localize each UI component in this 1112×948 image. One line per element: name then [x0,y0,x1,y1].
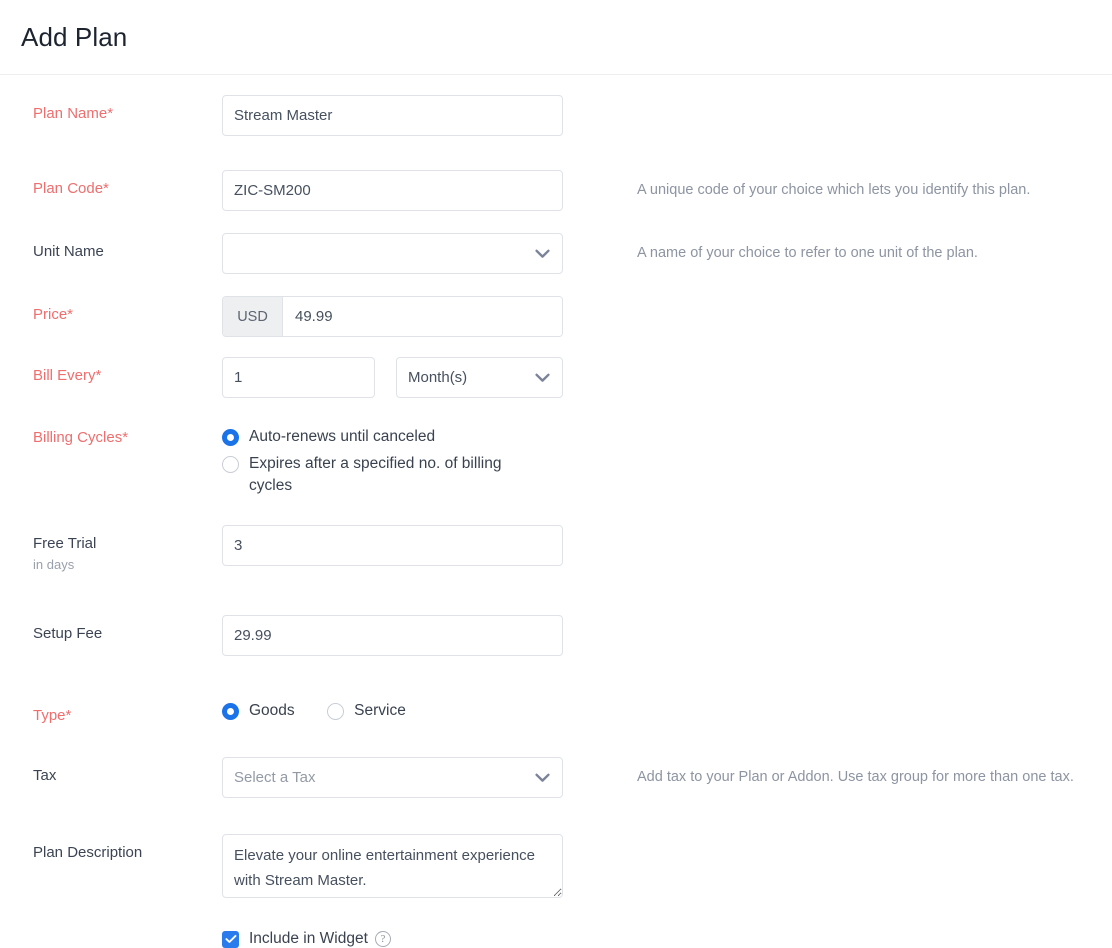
form-row-setup-fee: Setup Fee [0,615,1112,656]
price-input[interactable] [283,297,562,336]
checkbox-checked-icon [222,931,239,948]
label-billing-cycles: Billing Cycles* [33,428,222,447]
form-row-plan-code: Plan Code* A unique code of your choice … [0,170,1112,211]
page-header: Add Plan [0,0,1112,75]
form-row-plan-name: Plan Name* [0,95,1112,136]
label-price: Price* [33,305,222,324]
bill-every-group: Month(s) [222,357,600,398]
radio-type-service[interactable]: Service [327,700,406,722]
form-row-price: Price* USD [0,296,1112,337]
plan-description-textarea[interactable] [222,834,563,898]
form-row-plan-description: Plan Description [0,834,1112,898]
label-cell-include-widget [0,926,222,935]
unit-name-select-wrap [222,233,563,274]
label-free-trial-sub: in days [33,556,222,573]
label-bill-every: Bill Every* [33,366,222,385]
control-tax: Select a Tax [222,757,600,798]
free-trial-input[interactable] [222,525,563,566]
control-plan-code [222,170,600,211]
label-plan-description: Plan Description [33,843,222,862]
form-row-billing-cycles: Billing Cycles* Auto-renews until cancel… [0,419,1112,502]
price-input-group: USD [222,296,563,337]
radio-selected-icon [222,703,239,720]
form-row-type: Type* Goods Service [0,697,1112,727]
control-unit-name [222,233,600,274]
bill-interval-select[interactable]: Month(s) [396,357,563,398]
control-setup-fee [222,615,600,656]
help-icon[interactable]: ? [375,931,391,947]
label-plan-name: Plan Name* [33,104,222,123]
label-cell-tax: Tax [0,757,222,785]
hint-unit-name: A name of your choice to refer to one un… [600,233,978,263]
radio-label-service: Service [354,700,406,722]
radio-expires-after[interactable]: Expires after a specified no. of billing… [222,453,600,497]
label-tax: Tax [33,766,222,785]
control-type: Goods Service [222,697,600,727]
label-cell-bill-every: Bill Every* [0,357,222,385]
control-plan-description [222,834,600,898]
label-cell-unit-name: Unit Name [0,233,222,261]
radio-label-expires-after: Expires after a specified no. of billing… [249,453,539,497]
control-free-trial [222,525,600,566]
radio-unselected-icon [222,456,239,473]
label-cell-type: Type* [0,697,222,725]
hint-tax: Add tax to your Plan or Addon. Use tax g… [600,757,1074,787]
radio-label-auto-renews: Auto-renews until canceled [249,426,435,448]
control-plan-name [222,95,600,136]
hint-plan-code: A unique code of your choice which lets … [600,170,1030,200]
bill-interval-select-wrap: Month(s) [396,357,563,398]
label-cell-plan-code: Plan Code* [0,170,222,198]
label-cell-plan-name: Plan Name* [0,95,222,123]
radio-unselected-icon [327,703,344,720]
include-widget-checkbox-row[interactable]: Include in Widget ? [222,926,600,948]
control-price: USD [222,296,600,337]
radio-label-goods: Goods [249,700,295,722]
bill-every-input[interactable] [222,357,375,398]
label-type: Type* [33,706,222,725]
label-cell-setup-fee: Setup Fee [0,615,222,643]
form-row-include-widget: Include in Widget ? [0,926,1112,948]
label-plan-code: Plan Code* [33,179,222,198]
label-cell-billing-cycles: Billing Cycles* [0,419,222,447]
control-include-widget: Include in Widget ? [222,926,600,948]
tax-select-wrap: Select a Tax [222,757,563,798]
tax-select[interactable]: Select a Tax [222,757,563,798]
radio-type-goods[interactable]: Goods [222,700,295,722]
control-billing-cycles: Auto-renews until canceled Expires after… [222,419,600,502]
page-title: Add Plan [21,22,127,53]
radio-auto-renews[interactable]: Auto-renews until canceled [222,426,600,448]
radio-selected-icon [222,429,239,446]
label-cell-plan-description: Plan Description [0,834,222,862]
unit-name-select[interactable] [222,233,563,274]
type-radio-group: Goods Service [222,697,600,727]
label-free-trial: Free Trial [33,534,222,553]
billing-cycles-radio-group: Auto-renews until canceled Expires after… [222,419,600,497]
form-row-tax: Tax Select a Tax Add tax to your Plan or… [0,757,1112,798]
currency-addon: USD [223,297,283,336]
add-plan-form: Plan Name* Plan Code* A unique code of y… [0,75,1112,948]
label-cell-price: Price* [0,296,222,324]
label-unit-name: Unit Name [33,242,222,261]
form-row-bill-every: Bill Every* Month(s) [0,357,1112,398]
form-row-free-trial: Free Trial in days [0,525,1112,573]
form-row-unit-name: Unit Name A name of your choice to refer… [0,233,1112,274]
control-bill-every: Month(s) [222,357,600,398]
plan-code-input[interactable] [222,170,563,211]
label-cell-free-trial: Free Trial in days [0,525,222,573]
include-widget-label: Include in Widget [249,930,368,948]
label-setup-fee: Setup Fee [33,624,222,643]
setup-fee-input[interactable] [222,615,563,656]
plan-name-input[interactable] [222,95,563,136]
